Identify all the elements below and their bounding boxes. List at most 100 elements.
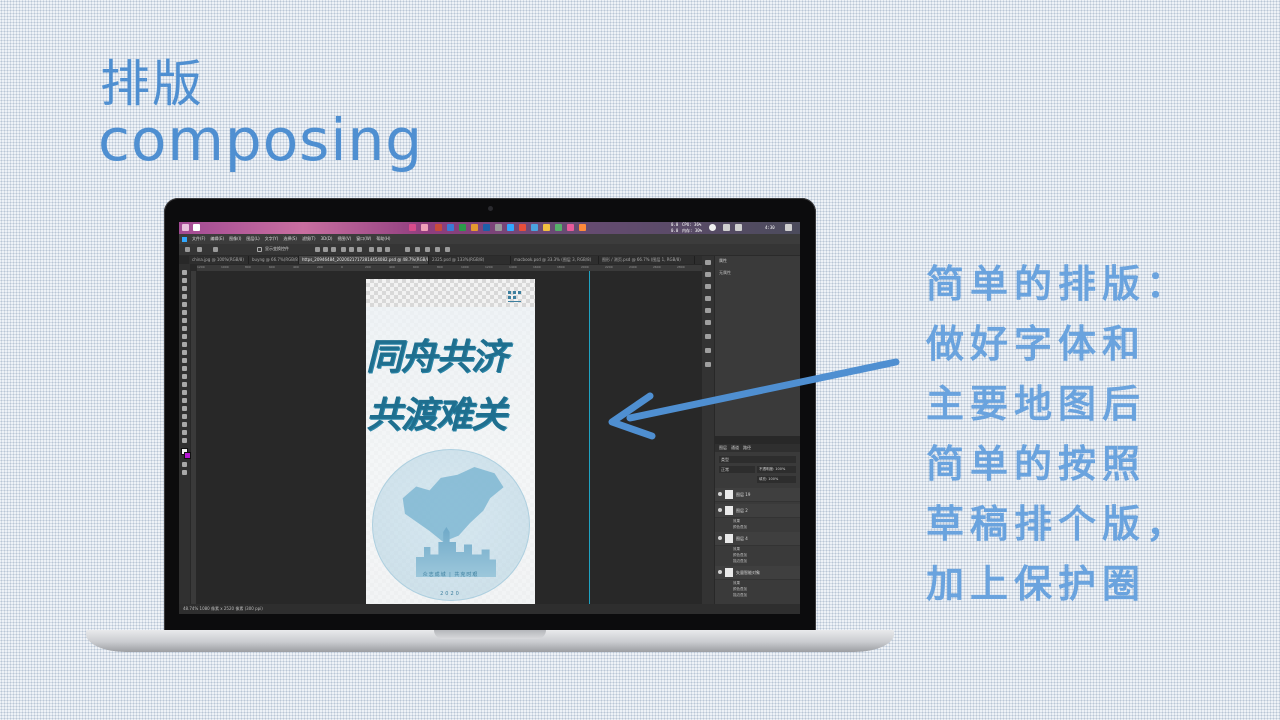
- layer-row[interactable]: 图层 19: [715, 488, 800, 502]
- layer-effect-item[interactable]: 颜色叠加: [733, 524, 793, 530]
- 3d-mode-icon[interactable]: [415, 247, 420, 252]
- lasso-tool-icon[interactable]: [182, 286, 187, 291]
- hand-tool-icon[interactable]: [182, 422, 187, 427]
- home-icon[interactable]: [185, 247, 190, 252]
- move-tool-icon[interactable]: [182, 270, 187, 275]
- swatches-panel-icon[interactable]: [705, 320, 711, 325]
- taskbar-app-icon[interactable]: [519, 224, 526, 231]
- 3d-mode-icon[interactable]: [445, 247, 450, 252]
- distribute-icon[interactable]: [369, 247, 374, 252]
- brush-panel-icon[interactable]: [705, 308, 711, 313]
- opacity-field[interactable]: 不透明度: 100%: [757, 466, 796, 473]
- menu-item[interactable]: 3D(D): [321, 234, 333, 244]
- menu-item[interactable]: 选择(S): [283, 234, 297, 244]
- tray-icon[interactable]: [709, 224, 716, 231]
- more-tools-icon[interactable]: [182, 438, 187, 443]
- align-bottom-icon[interactable]: [357, 247, 362, 252]
- frame-tool-icon[interactable]: [182, 310, 187, 315]
- zoom-tool-icon[interactable]: [182, 430, 187, 435]
- tray-icon[interactable]: [735, 224, 742, 231]
- taskbar-app-icon[interactable]: [495, 224, 502, 231]
- layer-row[interactable]: 图层 4: [715, 532, 800, 546]
- distribute-icon[interactable]: [377, 247, 382, 252]
- layer-effect-item[interactable]: 描边叠加: [733, 558, 793, 564]
- taskbar-app-icon[interactable]: [435, 224, 442, 231]
- crop-tool-icon[interactable]: [182, 302, 187, 307]
- brush-tool-icon[interactable]: [182, 334, 187, 339]
- tray-icon[interactable]: [723, 224, 730, 231]
- align-right-icon[interactable]: [331, 247, 336, 252]
- align-top-icon[interactable]: [341, 247, 346, 252]
- type-tool-icon[interactable]: [182, 398, 187, 403]
- menu-item[interactable]: 编辑(E): [210, 234, 224, 244]
- document-tab[interactable]: buyng @ 66.7%(RGB/8): [249, 256, 299, 264]
- layer-row[interactable]: 矢量智能对象: [715, 566, 800, 580]
- taskbar-app-icon[interactable]: [459, 224, 466, 231]
- properties-panel-icon[interactable]: [705, 272, 711, 277]
- 3d-mode-icon[interactable]: [425, 247, 430, 252]
- poster-artboard[interactable]: 同舟共济 共渡难关 众志成城 | 共克时艰 2020: [366, 279, 535, 605]
- history-panel-icon[interactable]: [705, 260, 711, 265]
- character-panel-icon[interactable]: [705, 284, 711, 289]
- background-color-swatch[interactable]: [184, 452, 191, 459]
- taskbar-app-icon[interactable]: [567, 224, 574, 231]
- layers-panel-tab[interactable]: 通道: [731, 444, 739, 452]
- visibility-eye-icon[interactable]: [718, 508, 722, 512]
- layers-panel-tab[interactable]: 图层: [719, 444, 727, 452]
- document-tab[interactable]: 2325.psd @ 133%(RGB/8): [429, 256, 511, 264]
- healing-tool-icon[interactable]: [182, 326, 187, 331]
- auto-select-checkbox[interactable]: [213, 247, 218, 252]
- taskbar-app-icon[interactable]: [471, 224, 478, 231]
- blend-mode-select[interactable]: 正常: [719, 466, 755, 473]
- taskbar-app-icon[interactable]: [555, 224, 562, 231]
- distribute-icon[interactable]: [385, 247, 390, 252]
- start-icon[interactable]: [182, 224, 189, 231]
- shape-tool-icon[interactable]: [182, 414, 187, 419]
- layer-kind-filter[interactable]: 类型: [719, 456, 796, 463]
- layer-effect-item[interactable]: 描边叠加: [733, 592, 793, 598]
- taskbar-app-icon[interactable]: [193, 224, 200, 231]
- align-middle-icon[interactable]: [349, 247, 354, 252]
- menu-item[interactable]: 文字(Y): [265, 234, 279, 244]
- move-tool-icon[interactable]: [197, 247, 202, 252]
- guide-line[interactable]: [589, 271, 590, 604]
- history-brush-tool-icon[interactable]: [182, 350, 187, 355]
- pen-tool-icon[interactable]: [182, 390, 187, 395]
- document-tab[interactable]: macbook.psd @ 33.3% (图层 3, RGB/8): [511, 256, 599, 264]
- menu-item[interactable]: 文件(F): [192, 234, 205, 244]
- align-left-icon[interactable]: [315, 247, 320, 252]
- 3d-mode-icon[interactable]: [435, 247, 440, 252]
- gradient-tool-icon[interactable]: [182, 366, 187, 371]
- visibility-eye-icon[interactable]: [718, 570, 722, 574]
- taskbar-app-icon[interactable]: [421, 224, 428, 231]
- taskbar-app-icon[interactable]: [483, 224, 490, 231]
- marquee-tool-icon[interactable]: [182, 278, 187, 283]
- taskbar-app-icon[interactable]: [409, 224, 416, 231]
- visibility-eye-icon[interactable]: [718, 492, 722, 496]
- adjustments-panel-icon[interactable]: [705, 334, 711, 339]
- quick-mask-icon[interactable]: [182, 462, 187, 467]
- taskbar-app-icon[interactable]: [531, 224, 538, 231]
- menu-item[interactable]: 窗口(W): [356, 234, 371, 244]
- quick-select-tool-icon[interactable]: [182, 294, 187, 299]
- document-tab[interactable]: china.jpg @ 100%(RGB/8): [189, 256, 249, 264]
- document-tab[interactable]: 图形 / 测页.psd @ 66.7% (图层 1, RGB/8): [599, 256, 695, 264]
- layer-row[interactable]: 图层 2: [715, 504, 800, 518]
- tray-icon[interactable]: [785, 224, 792, 231]
- menu-item[interactable]: 视图(V): [337, 234, 351, 244]
- document-tab[interactable]: https_20946484_20200217172814454082.psd …: [299, 256, 429, 264]
- path-select-tool-icon[interactable]: [182, 406, 187, 411]
- menu-item[interactable]: 滤镜(T): [302, 234, 316, 244]
- eyedropper-tool-icon[interactable]: [182, 318, 187, 323]
- menu-item[interactable]: 帮助(H): [376, 234, 390, 244]
- visibility-eye-icon[interactable]: [718, 536, 722, 540]
- menu-item[interactable]: 图像(I): [229, 234, 241, 244]
- layers-panel-tab[interactable]: 路径: [743, 444, 751, 452]
- taskbar-app-icon[interactable]: [507, 224, 514, 231]
- align-center-icon[interactable]: [323, 247, 328, 252]
- photoshop-logo-icon[interactable]: [182, 236, 187, 242]
- taskbar-app-icon[interactable]: [543, 224, 550, 231]
- dodge-tool-icon[interactable]: [182, 382, 187, 387]
- eraser-tool-icon[interactable]: [182, 358, 187, 363]
- 3d-mode-icon[interactable]: [405, 247, 410, 252]
